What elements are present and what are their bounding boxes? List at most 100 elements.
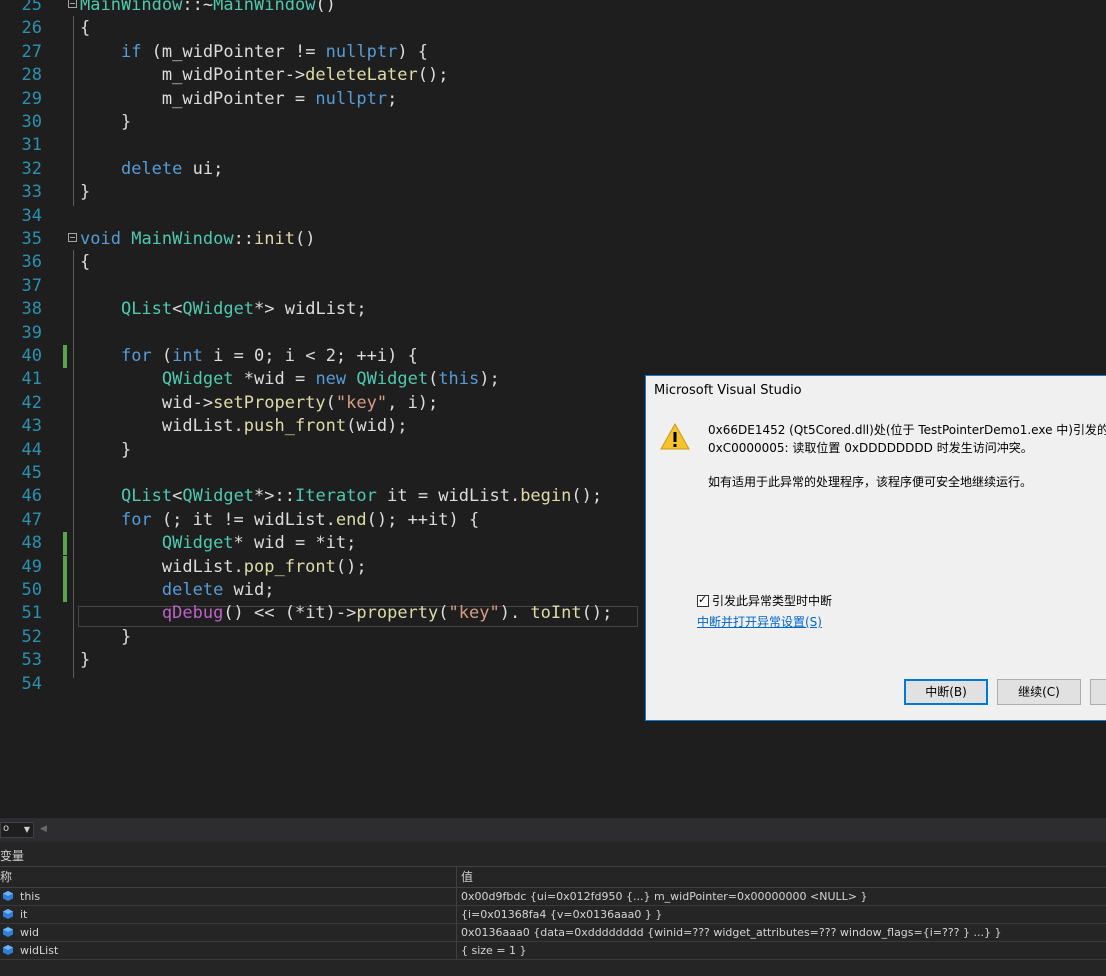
code-token: ( — [151, 346, 173, 366]
line-number: 30 — [21, 112, 42, 132]
code-line[interactable]: 33} — [0, 181, 1106, 204]
code-token: new — [315, 369, 347, 389]
code-token: wid-> — [80, 393, 214, 413]
code-token: "key" — [448, 603, 500, 623]
variable-icon — [3, 945, 13, 955]
code-text: widList.pop_front(); — [80, 556, 367, 579]
code-token: delete — [161, 580, 224, 600]
continue-button[interactable]: 继续(C) — [997, 679, 1081, 705]
change-indicator — [63, 579, 67, 602]
collapse-icon[interactable] — [68, 0, 77, 8]
code-token: m_widPointer-> — [80, 65, 306, 85]
code-token: { — [80, 18, 91, 38]
code-token: ::~ — [182, 0, 214, 15]
variable-value: 0x00d9fbdc {ui=0x012fd950 {...} m_widPoi… — [461, 890, 868, 903]
ignore-button-partial[interactable] — [1090, 679, 1106, 705]
line-number: 44 — [21, 440, 42, 460]
code-line[interactable]: 27 if (m_widPointer != nullptr) { — [0, 41, 1106, 64]
code-token: if — [120, 42, 142, 62]
code-line[interactable]: 36 { — [0, 251, 1106, 274]
code-text: QWidget* wid = *it; — [80, 532, 356, 555]
code-token: ); — [479, 369, 500, 389]
code-line[interactable]: 29 m_widPointer = nullptr; — [0, 88, 1106, 111]
code-token: } — [80, 627, 132, 647]
code-token: begin — [520, 486, 572, 506]
code-token: ui; — [182, 159, 224, 179]
variable-name: this — [20, 890, 41, 903]
locals-grid[interactable]: 称 值 this 0x00d9fbdc {ui=0x012fd950 {...} … — [0, 866, 1106, 960]
column-separator — [456, 924, 457, 941]
code-text: QList<QWidget*>::Iterator it = widList.b… — [80, 485, 602, 508]
code-token: QList — [120, 299, 173, 319]
code-line[interactable]: 28 m_widPointer->deleteLater(); — [0, 64, 1106, 87]
collapse-icon[interactable] — [68, 233, 77, 242]
line-number: 50 — [21, 580, 42, 600]
column-header-name[interactable]: 称 — [0, 867, 12, 887]
code-text: qDebug() << (*it)->property("key"). toIn… — [80, 602, 612, 625]
locals-row[interactable]: widList { size = 1 } — [0, 942, 1106, 960]
column-separator[interactable] — [456, 867, 457, 887]
line-number: 37 — [21, 276, 42, 296]
line-number: 45 — [21, 463, 42, 483]
scroll-left-icon[interactable]: ◀ — [40, 824, 47, 834]
zoom-dropdown[interactable]: o ▼ — [0, 822, 34, 838]
code-line[interactable]: 38 QList<QWidget*> widList; — [0, 298, 1106, 321]
line-number: 31 — [21, 135, 42, 155]
exception-dialog[interactable]: Microsoft Visual Studio 0x66DE1452 (Qt5C… — [645, 375, 1106, 721]
line-number: 52 — [21, 627, 42, 647]
line-number: 40 — [21, 346, 42, 366]
line-number: 26 — [21, 18, 42, 38]
code-line[interactable]: 32 delete ui; — [0, 158, 1106, 181]
break-button[interactable]: 中断(B) — [904, 679, 988, 705]
code-token: nullptr — [315, 89, 388, 109]
code-line[interactable]: 31 — [0, 134, 1106, 157]
code-line[interactable]: 26 { — [0, 17, 1106, 40]
change-indicator — [63, 532, 67, 555]
code-token: widList. — [80, 557, 244, 577]
chevron-down-icon: ▼ — [23, 825, 30, 834]
checkbox-check-icon[interactable] — [697, 593, 709, 607]
code-line[interactable]: 35 void MainWindow::init() — [0, 228, 1106, 251]
code-line[interactable]: 40 for (int i = 0; i < 2; ++i) { — [0, 345, 1106, 368]
code-text: delete ui; — [80, 158, 223, 181]
code-token: QList — [120, 486, 173, 506]
code-text: QList<QWidget*> widList; — [80, 298, 367, 321]
code-text: { — [80, 17, 90, 40]
open-exception-settings-link[interactable]: 中断并打开异常设置(S) — [697, 613, 822, 630]
code-line[interactable]: 39 — [0, 322, 1106, 345]
line-number: 41 — [21, 369, 42, 389]
code-text: for (int i = 0; i < 2; ++i) { — [80, 345, 418, 368]
code-token: } — [80, 440, 132, 460]
locals-row[interactable]: this 0x00d9fbdc {ui=0x012fd950 {...} m_wi… — [0, 888, 1106, 906]
code-text: } — [80, 439, 131, 462]
code-token: { — [80, 252, 91, 272]
code-text: void MainWindow::init() — [80, 228, 315, 251]
column-header-value[interactable]: 值 — [461, 867, 473, 887]
code-token: (m_widPointer != — [141, 42, 326, 62]
column-separator — [456, 942, 457, 959]
code-token: ). — [499, 603, 531, 623]
change-indicator — [63, 345, 67, 368]
checkbox-label: 引发此异常类型时中断 — [712, 594, 833, 608]
break-on-exception-checkbox[interactable]: 引发此异常类型时中断 — [697, 592, 832, 609]
variable-value: {i=0x01368fa4 {v=0x0136aaa0 } } — [461, 908, 663, 921]
code-token: QWidget — [161, 369, 234, 389]
locals-row[interactable]: wid 0x0136aaa0 {data=0xdddddddd {winid=??… — [0, 924, 1106, 942]
code-line[interactable]: 34 — [0, 205, 1106, 228]
code-line[interactable]: 37 — [0, 275, 1106, 298]
code-line[interactable]: 25 MainWindow::~MainWindow() — [0, 0, 1106, 17]
locals-row[interactable]: it {i=0x01368fa4 {v=0x0136aaa0 } } — [0, 906, 1106, 924]
change-indicator — [63, 556, 67, 579]
code-token: int — [172, 346, 203, 366]
code-line[interactable]: 30 } — [0, 111, 1106, 134]
column-separator — [456, 906, 457, 923]
code-text: for (; it != widList.end(); ++it) { — [80, 509, 479, 532]
line-number: 47 — [21, 510, 42, 530]
code-token: this — [438, 369, 480, 389]
code-token: , i); — [387, 393, 439, 413]
code-token: MainWindow — [80, 0, 183, 15]
warning-icon — [660, 422, 690, 450]
code-token: () — [315, 0, 336, 15]
